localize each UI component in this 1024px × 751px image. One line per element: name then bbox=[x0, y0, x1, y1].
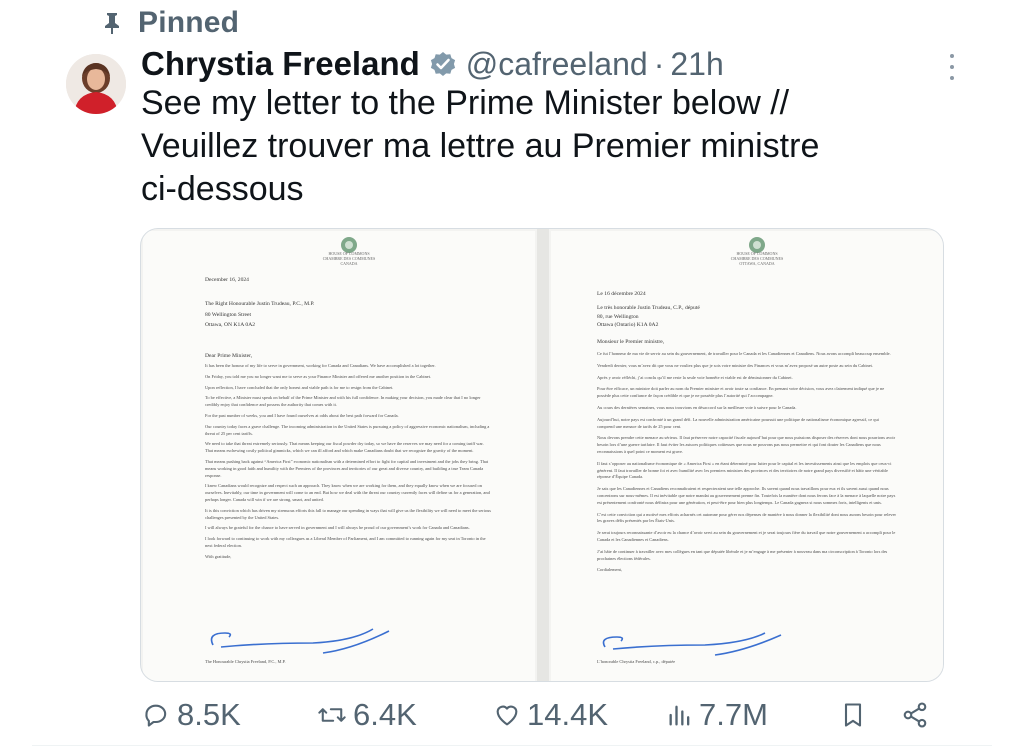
tweet-text-line: ci-dessous bbox=[141, 170, 304, 208]
views-icon bbox=[669, 705, 690, 726]
reply-count: 8.5K bbox=[177, 697, 241, 732]
more-options-icon[interactable] bbox=[944, 54, 960, 80]
pin-icon bbox=[100, 11, 124, 35]
letter-body: It has been the honour of my life to ser… bbox=[205, 363, 491, 559]
signature-image bbox=[210, 628, 390, 654]
letterhead: HOUSE OF COMMONS CHAMBRE DES COMMUNES CA… bbox=[322, 251, 376, 266]
media-attachment[interactable]: HOUSE OF COMMONS CHAMBRE DES COMMUNES CA… bbox=[140, 228, 944, 682]
letter-page-french[interactable]: HOUSE OF COMMONS CHAMBRE DES COMMUNES OT… bbox=[551, 231, 943, 681]
handle[interactable]: @cafreeland bbox=[466, 46, 648, 83]
page-divider bbox=[537, 229, 549, 681]
views-button[interactable]: 7.7M bbox=[667, 695, 768, 735]
repost-button[interactable]: 6.4K bbox=[317, 695, 417, 735]
tweet-actions: 8.5K 6.4K 14.4K 7.7M bbox=[141, 695, 941, 735]
avatar[interactable] bbox=[66, 54, 126, 114]
display-name[interactable]: Chrystia Freeland bbox=[141, 45, 420, 83]
letter-address: The Right Honourable Justin Trudeau, P.C… bbox=[205, 301, 315, 329]
signature-name: L’honorable Chrystia Freeland, c.p., dép… bbox=[597, 659, 676, 664]
letter-salutation: Dear Prime Minister, bbox=[205, 353, 253, 359]
reply-icon bbox=[145, 704, 167, 727]
timestamp[interactable]: 21h bbox=[670, 46, 723, 83]
letterhead: HOUSE OF COMMONS CHAMBRE DES COMMUNES OT… bbox=[730, 251, 784, 266]
letter-address: Le très honorable Justin Trudeau, C.P., … bbox=[597, 305, 700, 329]
like-count: 14.4K bbox=[527, 697, 609, 732]
bookmark-icon bbox=[844, 703, 862, 727]
separator-dot: · bbox=[653, 45, 665, 82]
repost-count: 6.4K bbox=[353, 697, 417, 732]
signature-name: The Honourable Chrystia Freeland, P.C., … bbox=[205, 659, 286, 664]
verified-badge-icon[interactable] bbox=[428, 49, 458, 79]
letter-page-english[interactable]: HOUSE OF COMMONS CHAMBRE DES COMMUNES CA… bbox=[143, 231, 535, 681]
tweet-text-line: See my letter to the Prime Minister belo… bbox=[141, 84, 790, 122]
bookmark-button[interactable] bbox=[841, 695, 865, 735]
views-count: 7.7M bbox=[699, 697, 768, 732]
tweet-text: See my letter to the Prime Minister belo… bbox=[141, 82, 921, 211]
letter-body: Ce fut l’honneur de ma vie de servir au … bbox=[597, 351, 896, 573]
repost-icon bbox=[318, 708, 346, 722]
letter-date: Le 16 décembre 2024 bbox=[597, 291, 646, 297]
like-icon bbox=[496, 705, 518, 726]
pinned-label: Pinned bbox=[138, 6, 240, 39]
letter-salutation: Monsieur le Premier ministre, bbox=[597, 339, 665, 345]
tweet-header: Chrystia Freeland @cafreeland · 21h bbox=[141, 42, 724, 86]
divider-line bbox=[32, 745, 992, 746]
pinned-indicator: Pinned bbox=[100, 6, 239, 40]
signature-image bbox=[602, 632, 782, 656]
reply-button[interactable]: 8.5K bbox=[143, 695, 241, 735]
share-icon bbox=[903, 702, 927, 728]
tweet-text-line: Veuillez trouver ma lettre au Premier mi… bbox=[141, 127, 820, 165]
like-button[interactable]: 14.4K bbox=[493, 695, 608, 735]
share-button[interactable] bbox=[901, 695, 929, 735]
letter-date: December 16, 2024 bbox=[205, 277, 249, 283]
